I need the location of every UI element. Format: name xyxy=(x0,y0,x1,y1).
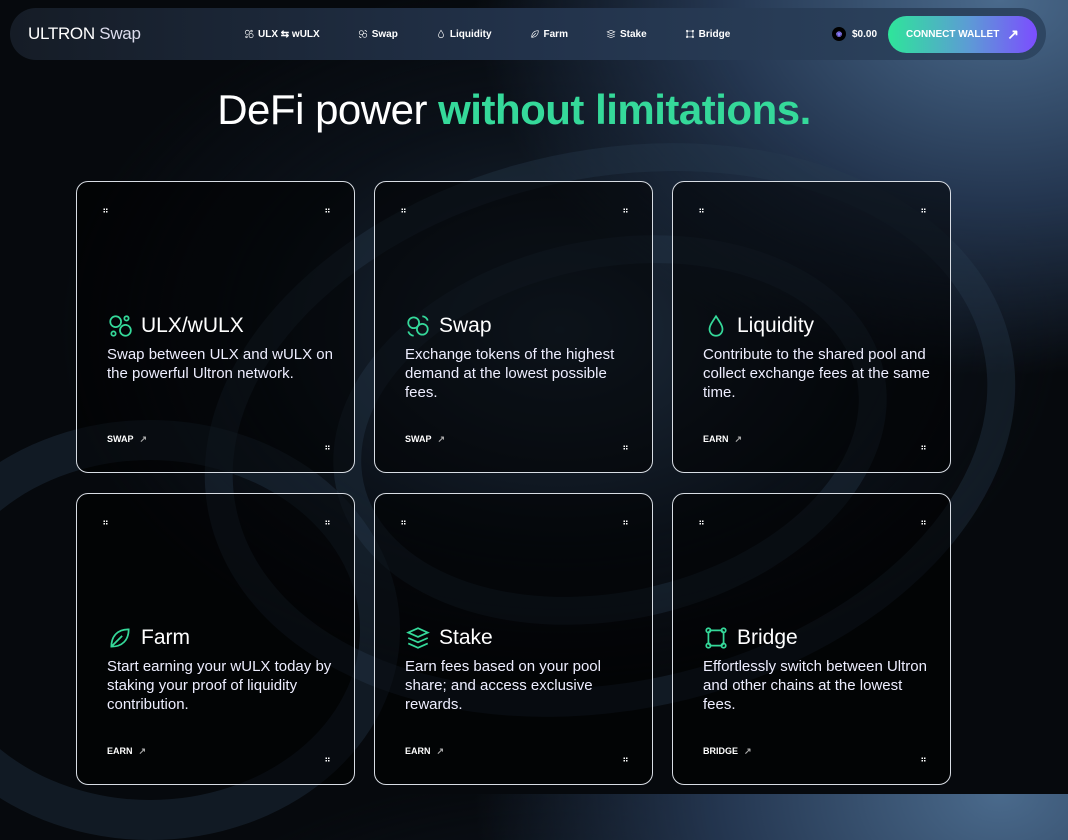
bridge-icon xyxy=(685,29,694,39)
dots-icon xyxy=(623,208,628,213)
dots-icon xyxy=(401,208,406,213)
dots-icon xyxy=(325,520,330,525)
dots-icon xyxy=(103,520,108,525)
card-description: Exchange tokens of the highest demand at… xyxy=(405,346,615,401)
card-description: Contribute to the shared pool and collec… xyxy=(703,346,930,401)
nav-ulx-wulx[interactable]: ULX ⇆ wULX xyxy=(244,29,320,40)
card-bridge[interactable]: Bridge Effortlessly switch between Ultro… xyxy=(672,493,951,785)
card-farm[interactable]: Farm Start earning your wULX today by st… xyxy=(76,493,355,785)
card-link[interactable]: SWAP ↗ xyxy=(107,434,147,445)
arrow-up-right-icon: ↗ xyxy=(744,746,752,756)
dots-icon xyxy=(325,208,330,213)
leaf-icon xyxy=(530,30,539,38)
nav-bridge[interactable]: Bridge xyxy=(685,29,730,40)
nav-swap[interactable]: Swap xyxy=(358,29,398,40)
card-title: ULX/wULX xyxy=(141,314,244,337)
card-stake[interactable]: Stake Earn fees based on your pool share… xyxy=(374,493,653,785)
balance: ◉ $0.00 xyxy=(832,27,877,41)
dots-icon xyxy=(623,757,628,762)
dots-icon xyxy=(623,445,628,450)
arrow-up-right-icon: ↗ xyxy=(734,434,743,444)
nav-liquidity[interactable]: Liquidity xyxy=(436,29,492,40)
ulx-icon xyxy=(109,315,132,337)
arrow-up-right-icon: ↗ xyxy=(437,434,446,444)
ulx-coin-icon: ◉ xyxy=(832,27,846,41)
card-link[interactable]: SWAP ↗ xyxy=(405,434,445,445)
drop-icon xyxy=(438,29,444,39)
swap-icon xyxy=(358,29,367,39)
page-title: DeFi power without limitations. xyxy=(217,86,811,133)
card-link[interactable]: BRIDGE ↗ xyxy=(703,746,752,757)
dots-icon xyxy=(921,445,926,450)
card-title: Liquidity xyxy=(737,314,815,337)
arrow-up-right-icon: ↗ xyxy=(139,434,148,444)
logo[interactable]: ULTRON Swap xyxy=(28,24,141,44)
dots-icon xyxy=(401,520,406,525)
card-title: Swap xyxy=(439,314,492,337)
dots-icon xyxy=(921,208,926,213)
card-title: Stake xyxy=(439,626,493,649)
swap-icon xyxy=(407,315,429,337)
dots-icon xyxy=(699,520,704,525)
card-description: Start earning your wULX today by staking… xyxy=(107,658,332,713)
top-nav: ULTRON Swap ULX ⇆ wULX Swap Liquidity Farm S… xyxy=(10,8,1046,60)
arrow-up-right-icon: ↗ xyxy=(1007,26,1019,42)
bridge-icon xyxy=(705,627,727,649)
card-description: Swap between ULX and wULX on the powerfu… xyxy=(107,346,333,382)
card-liquidity[interactable]: Liquidity Contribute to the shared pool … xyxy=(672,181,951,473)
card-title: Bridge xyxy=(737,626,798,649)
nav-farm[interactable]: Farm xyxy=(530,29,568,40)
dots-icon xyxy=(699,208,704,213)
card-link[interactable]: EARN ↗ xyxy=(703,434,742,445)
dots-icon xyxy=(325,757,330,762)
card-link[interactable]: EARN ↗ xyxy=(107,746,146,757)
nav-stake[interactable]: Stake xyxy=(606,29,647,40)
card-title: Farm xyxy=(141,626,190,649)
card-description: Earn fees based on your pool share; and … xyxy=(405,658,601,713)
card-link[interactable]: EARN ↗ xyxy=(405,746,444,757)
card-description: Effortlessly switch between Ultron and o… xyxy=(703,658,927,713)
dots-icon xyxy=(921,520,926,525)
dots-icon xyxy=(921,757,926,762)
dots-icon xyxy=(103,208,108,213)
dots-icon xyxy=(325,445,330,450)
connect-wallet-button[interactable]: CONNECT WALLET ↗ xyxy=(888,16,1037,53)
stack-icon xyxy=(406,627,430,649)
leaf-icon xyxy=(110,628,130,648)
card-swap[interactable]: Swap Exchange tokens of the highest dema… xyxy=(374,181,653,473)
drop-icon xyxy=(708,314,724,337)
arrow-up-right-icon: ↗ xyxy=(436,746,445,756)
stack-icon xyxy=(606,29,616,39)
ulx-icon xyxy=(244,29,254,39)
dots-icon xyxy=(623,520,628,525)
arrow-up-right-icon: ↗ xyxy=(138,746,147,756)
card-ulx-wulx[interactable]: ULX/wULX Swap between ULX and wULX on th… xyxy=(76,181,355,473)
